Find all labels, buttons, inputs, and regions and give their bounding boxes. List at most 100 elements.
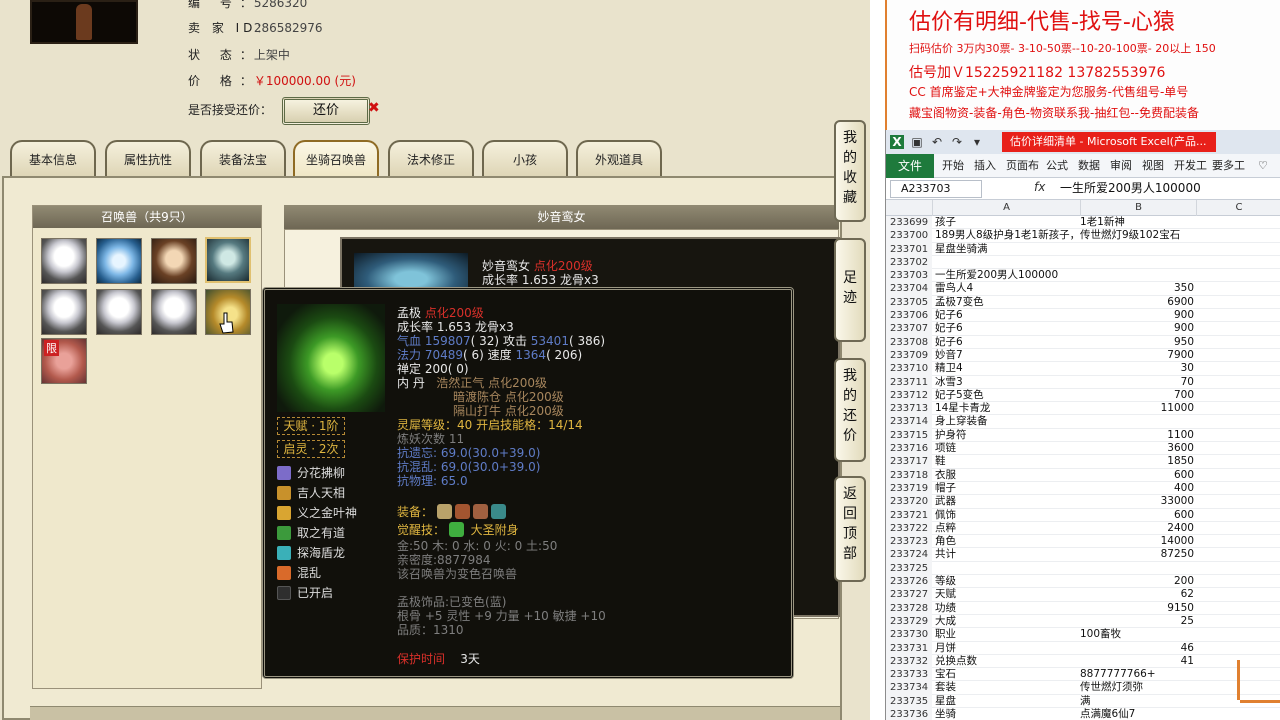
save-icon[interactable]: ▣ — [910, 135, 924, 149]
cell-b[interactable]: 33000 — [1080, 495, 1196, 508]
pet-icon[interactable] — [41, 289, 87, 335]
column-header-a[interactable]: A — [932, 200, 1080, 216]
my-bargains-button[interactable]: 我的还价 — [834, 358, 866, 462]
cell-a[interactable]: 妃子6 — [935, 336, 1077, 349]
ribbon-tab-developer[interactable]: 开发工 — [1174, 154, 1207, 178]
cell-b[interactable]: 传世燃灯9级102宝石 — [1080, 229, 1196, 242]
cell-a[interactable]: 职业 — [935, 628, 1077, 641]
footprint-button[interactable]: 足迹 — [834, 238, 866, 342]
cell-a[interactable]: 星盘坐骑满 — [935, 243, 1077, 256]
row-number[interactable]: 233734 — [886, 681, 932, 695]
cell-b[interactable]: 1850 — [1080, 455, 1196, 468]
cell-b[interactable]: 30 — [1080, 362, 1196, 375]
cell-a[interactable]: 兑换点数 — [935, 655, 1077, 668]
row-number[interactable]: 233716 — [886, 442, 932, 456]
row-number[interactable]: 233712 — [886, 388, 932, 403]
name-box[interactable]: A233703 — [890, 180, 982, 198]
cell-a[interactable]: 帽子 — [935, 482, 1077, 495]
pet-icon-selected[interactable] — [205, 237, 251, 283]
cell-b[interactable]: 1老1新神 — [1080, 216, 1196, 229]
row-number[interactable]: 233723 — [886, 535, 932, 549]
cell-b[interactable]: 点满魔6仙7 — [1080, 708, 1196, 720]
cell-a[interactable]: 雷鸟人4 — [935, 282, 1077, 295]
row-number[interactable]: 233702 — [886, 255, 932, 270]
cell-b[interactable]: 3600 — [1080, 442, 1196, 455]
row-number[interactable]: 233705 — [886, 295, 932, 310]
cell-b[interactable]: 900 — [1080, 322, 1196, 335]
my-favorites-button[interactable]: 我的收藏 — [834, 120, 866, 222]
back-to-top-button[interactable]: 返回顶部 — [834, 476, 866, 582]
cell-a[interactable]: 14星卡青龙 — [935, 402, 1077, 415]
row-number[interactable]: 233731 — [886, 641, 932, 655]
row-number[interactable]: 233718 — [886, 468, 932, 482]
tab-equipment[interactable]: 装备法宝 — [200, 140, 286, 178]
row-number[interactable]: 233736 — [886, 707, 932, 720]
cell-a[interactable]: 佩饰 — [935, 509, 1077, 522]
cell-b[interactable]: 41 — [1080, 655, 1196, 668]
cell-b[interactable]: 2400 — [1080, 522, 1196, 535]
pet-icon[interactable] — [151, 289, 197, 335]
cell-b[interactable]: 46 — [1080, 642, 1196, 655]
cell-b[interactable]: 100畜牧 — [1080, 628, 1196, 641]
ribbon-tab-view[interactable]: 视图 — [1142, 154, 1164, 178]
ribbon-tab-more[interactable]: 要多工 — [1212, 154, 1245, 178]
row-number[interactable]: 233735 — [886, 694, 932, 708]
pet-icon[interactable] — [41, 238, 87, 284]
row-number[interactable]: 233733 — [886, 668, 932, 682]
formula-input[interactable]: 一生所爱200男人100000 — [1060, 179, 1201, 197]
cell-a[interactable]: 189男人8级护身1老1新孩子， — [935, 229, 1077, 242]
cell-b[interactable]: 14000 — [1080, 535, 1196, 548]
cell-a[interactable]: 星盘 — [935, 695, 1077, 708]
cell-b[interactable]: 600 — [1080, 469, 1196, 482]
cell-a[interactable]: 妃子6 — [935, 322, 1077, 335]
cell-b[interactable]: 11000 — [1080, 402, 1196, 415]
cell-a[interactable]: 月饼 — [935, 642, 1077, 655]
tab-attributes[interactable]: 属性抗性 — [105, 140, 191, 178]
column-header-b[interactable]: B — [1080, 200, 1196, 216]
cell-b[interactable]: 87250 — [1080, 548, 1196, 561]
pet-icon[interactable] — [96, 289, 142, 335]
ribbon-tab-insert[interactable]: 插入 — [974, 154, 996, 178]
row-number[interactable]: 233726 — [886, 575, 932, 589]
tab-appearance[interactable]: 外观道具 — [576, 140, 662, 178]
fx-icon[interactable]: fx — [1034, 180, 1045, 194]
row-number[interactable]: 233729 — [886, 614, 932, 629]
cell-b[interactable]: 8877777766+ — [1080, 668, 1196, 681]
ribbon-tab-formulas[interactable]: 公式 — [1046, 154, 1068, 178]
row-number[interactable]: 233727 — [886, 588, 932, 602]
pet-icon-limited[interactable]: 限 — [41, 338, 87, 384]
row-number[interactable]: 233700 — [886, 229, 932, 243]
cell-a[interactable]: 护身符 — [935, 429, 1077, 442]
qat-dropdown-icon[interactable]: ▾ — [970, 135, 984, 149]
row-number[interactable]: 233717 — [886, 455, 932, 469]
cell-a[interactable]: 武器 — [935, 495, 1077, 508]
cell-b[interactable]: 400 — [1080, 482, 1196, 495]
pet-icon[interactable] — [96, 238, 142, 284]
cell-a[interactable]: 宝石 — [935, 668, 1077, 681]
row-number[interactable]: 233707 — [886, 322, 932, 336]
row-number[interactable]: 233719 — [886, 481, 932, 496]
cell-b[interactable]: 700 — [1080, 389, 1196, 402]
pet-icon[interactable] — [151, 238, 197, 284]
row-number[interactable]: 233722 — [886, 521, 932, 536]
cell-a[interactable]: 妙音7 — [935, 349, 1077, 362]
cell-a[interactable]: 大成 — [935, 615, 1077, 628]
row-number[interactable]: 233714 — [886, 415, 932, 429]
cell-b[interactable]: 62 — [1080, 588, 1196, 601]
row-number[interactable]: 233721 — [886, 508, 932, 522]
tab-basic-info[interactable]: 基本信息 — [10, 140, 96, 178]
cell-b[interactable]: 6900 — [1080, 296, 1196, 309]
column-header-c[interactable]: C — [1196, 200, 1280, 216]
cell-b[interactable]: 950 — [1080, 336, 1196, 349]
cell-a[interactable]: 身上穿装备 — [935, 415, 1077, 428]
cell-a[interactable]: 冰雪3 — [935, 376, 1077, 389]
cell-a[interactable]: 孩子 — [935, 216, 1077, 229]
cell-a[interactable]: 等级 — [935, 575, 1077, 588]
cell-b[interactable]: 传世燃灯须弥 — [1080, 681, 1196, 694]
cell-a[interactable]: 角色 — [935, 535, 1077, 548]
file-tab[interactable]: 文件 — [886, 154, 934, 178]
cell-a[interactable]: 衣服 — [935, 469, 1077, 482]
cell-b[interactable]: 1100 — [1080, 429, 1196, 442]
cell-a[interactable]: 点粹 — [935, 522, 1077, 535]
cell-a[interactable]: 共计 — [935, 548, 1077, 561]
